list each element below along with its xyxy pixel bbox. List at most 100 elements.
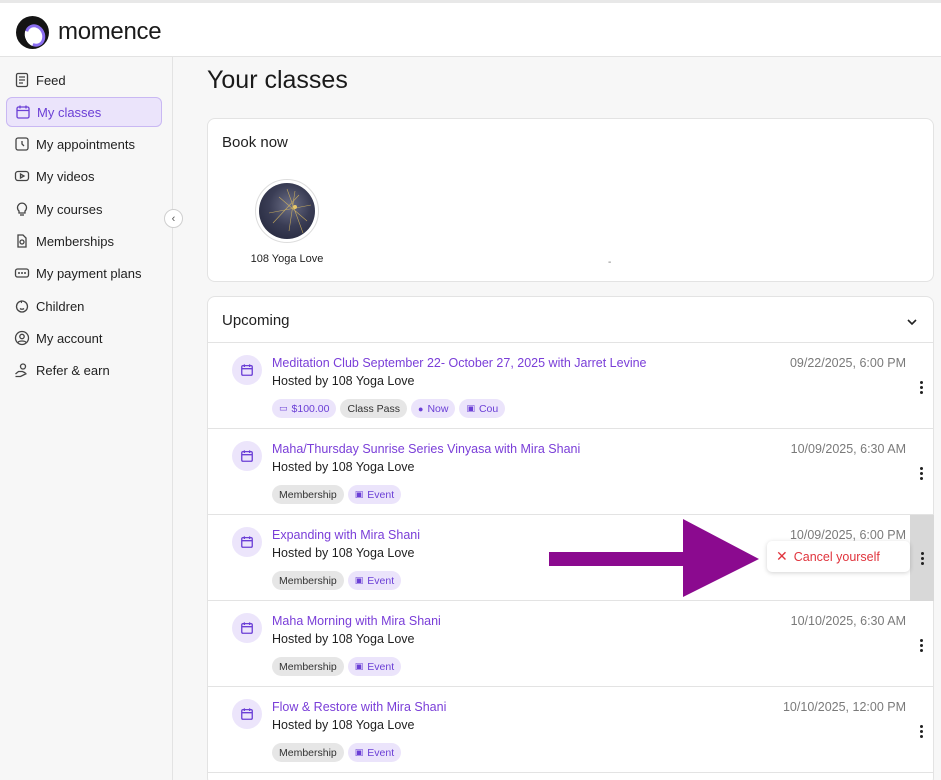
class-title-link[interactable]: Meditation Club September 22- October 27… bbox=[272, 356, 647, 370]
calendar-icon bbox=[232, 355, 262, 385]
sidebar-item-label: My account bbox=[36, 330, 103, 346]
class-date: 10/10/2025, 12:00 PM bbox=[782, 700, 906, 714]
sidebar-collapse-button[interactable]: ‹ bbox=[164, 209, 183, 228]
course-icon: ▣ bbox=[466, 403, 475, 413]
event-tag: ▣ Event bbox=[347, 657, 402, 676]
chevron-down-icon[interactable] bbox=[905, 315, 919, 329]
calendar-icon bbox=[15, 104, 31, 120]
sidebar-item-my-courses[interactable]: My courses bbox=[6, 194, 162, 224]
class-host: Hosted by 108 Yoga Love bbox=[272, 374, 415, 388]
book-now-card: Book now 108 Yoga Love - bbox=[207, 118, 934, 282]
video-icon bbox=[14, 168, 30, 184]
class-tags: Membership ▣ Event bbox=[272, 743, 402, 762]
sidebar-item-feed[interactable]: Feed bbox=[6, 65, 162, 95]
class-tags: Membership ▣ Event bbox=[272, 657, 402, 676]
calendar-icon: ▣ bbox=[354, 747, 364, 757]
price-tag: ▭ $100.00 bbox=[272, 399, 337, 418]
class-tags: Membership ▣ Event bbox=[272, 485, 402, 504]
upcoming-title: Upcoming bbox=[222, 312, 290, 329]
event-tag: ▣ Event bbox=[347, 743, 402, 762]
calendar-icon bbox=[232, 441, 262, 471]
membership-icon bbox=[14, 233, 30, 249]
cancel-yourself-menu-item[interactable]: ✕ Cancel yourself bbox=[767, 541, 910, 572]
brand-name[interactable]: momence bbox=[58, 18, 162, 46]
class-tags: Membership ▣ Event bbox=[272, 571, 402, 590]
calendar-icon: ▣ bbox=[354, 661, 364, 671]
sidebar-item-children[interactable]: Children bbox=[6, 291, 162, 321]
sidebar-item-label: Refer & earn bbox=[36, 362, 110, 378]
calendar-icon bbox=[232, 699, 262, 729]
sidebar-item-label: Children bbox=[36, 298, 85, 314]
class-host: Hosted by 108 Yoga Love bbox=[272, 632, 415, 646]
sidebar-item-my-videos[interactable]: My videos bbox=[6, 161, 162, 191]
clock-icon bbox=[14, 136, 30, 152]
class-date: 09/22/2025, 6:00 PM bbox=[789, 356, 906, 370]
class-row: Meditation Club September 22- October 27… bbox=[208, 343, 933, 429]
calendar-icon: ▣ bbox=[354, 575, 364, 585]
payment-icon bbox=[14, 265, 30, 281]
class-row: Maha/Thursday Sunrise Series Vinyasa wit… bbox=[208, 429, 933, 515]
class-tags: ▭ $100.00 Class Pass ● Now ▣ Cou bbox=[272, 399, 506, 418]
refer-icon bbox=[14, 362, 30, 378]
sidebar-item-refer-earn[interactable]: Refer & earn bbox=[6, 355, 162, 385]
more-options-button[interactable] bbox=[910, 377, 932, 397]
class-title-link[interactable]: Flow & Restore with Mira Shani bbox=[272, 700, 446, 714]
chevron-left-icon: ‹ bbox=[171, 212, 176, 225]
class-title-link[interactable]: Expanding with Mira Shani bbox=[272, 528, 420, 542]
sidebar-item-my-account[interactable]: My account bbox=[6, 323, 162, 353]
child-icon bbox=[14, 298, 30, 314]
class-date: 10/10/2025, 6:30 AM bbox=[790, 614, 906, 628]
sidebar-item-my-payment-plans[interactable]: My payment plans bbox=[6, 258, 162, 288]
studio-name[interactable]: 108 Yoga Love bbox=[238, 253, 336, 265]
calendar-icon: ▣ bbox=[354, 489, 364, 499]
class-date: 10/09/2025, 6:30 AM bbox=[790, 442, 906, 456]
momence-logo-icon[interactable] bbox=[16, 16, 49, 49]
studio-avatar[interactable] bbox=[255, 179, 319, 243]
more-options-button[interactable] bbox=[910, 721, 932, 741]
class-row: Maha Morning with Mira Shani Hosted by 1… bbox=[208, 601, 933, 687]
sidebar-item-label: My classes bbox=[37, 104, 102, 120]
sidebar-item-my-appointments[interactable]: My appointments bbox=[6, 129, 162, 159]
sidebar-item-label: My courses bbox=[36, 201, 103, 217]
ticket-icon: ▭ bbox=[279, 403, 288, 413]
annotation-arrow-icon bbox=[549, 519, 759, 597]
course-tag: ▣ Cou bbox=[459, 399, 506, 418]
class-row: Flow & Restore with Mira Shani Hosted by… bbox=[208, 687, 933, 773]
sidebar-item-memberships[interactable]: Memberships bbox=[6, 226, 162, 256]
calendar-icon bbox=[232, 527, 262, 557]
top-bar: momence bbox=[0, 0, 941, 57]
class-title-link[interactable]: Maha/Thursday Sunrise Series Vinyasa wit… bbox=[272, 442, 580, 456]
now-tag: ● Now bbox=[411, 399, 456, 418]
cancel-yourself-label: Cancel yourself bbox=[793, 549, 880, 564]
sidebar-item-my-classes[interactable]: My classes bbox=[6, 97, 162, 127]
membership-tag: Membership bbox=[272, 657, 344, 676]
more-options-button[interactable] bbox=[910, 515, 934, 601]
calendar-icon bbox=[232, 613, 262, 643]
more-options-button[interactable] bbox=[910, 463, 932, 483]
event-tag: ▣ Event bbox=[347, 485, 402, 504]
studio-logo-icon bbox=[268, 188, 312, 234]
sidebar: Feed My classes My appointments My video… bbox=[0, 57, 183, 780]
sidebar-item-label: My videos bbox=[36, 168, 95, 184]
browser-edge bbox=[0, 0, 941, 3]
feed-icon bbox=[14, 72, 30, 88]
upcoming-header[interactable]: Upcoming bbox=[208, 297, 933, 343]
class-host: Hosted by 108 Yoga Love bbox=[272, 460, 415, 474]
class-host: Hosted by 108 Yoga Love bbox=[272, 546, 415, 560]
account-icon bbox=[14, 330, 30, 346]
page-title: Your classes bbox=[207, 66, 348, 94]
bulb-icon bbox=[14, 201, 30, 217]
sidebar-item-label: Memberships bbox=[36, 233, 115, 249]
class-pass-tag: Class Pass bbox=[340, 399, 407, 418]
more-options-button[interactable] bbox=[910, 635, 932, 655]
sidebar-item-label: Feed bbox=[36, 72, 66, 88]
class-title-link[interactable]: Maha Morning with Mira Shani bbox=[272, 614, 441, 628]
membership-tag: Membership bbox=[272, 571, 344, 590]
membership-tag: Membership bbox=[272, 743, 344, 762]
membership-tag: Membership bbox=[272, 485, 344, 504]
close-icon: ✕ bbox=[776, 548, 788, 564]
placeholder-dash: - bbox=[608, 257, 612, 268]
sidebar-item-label: My appointments bbox=[36, 136, 135, 152]
event-tag: ▣ Event bbox=[347, 571, 402, 590]
dot-icon: ● bbox=[418, 403, 424, 414]
